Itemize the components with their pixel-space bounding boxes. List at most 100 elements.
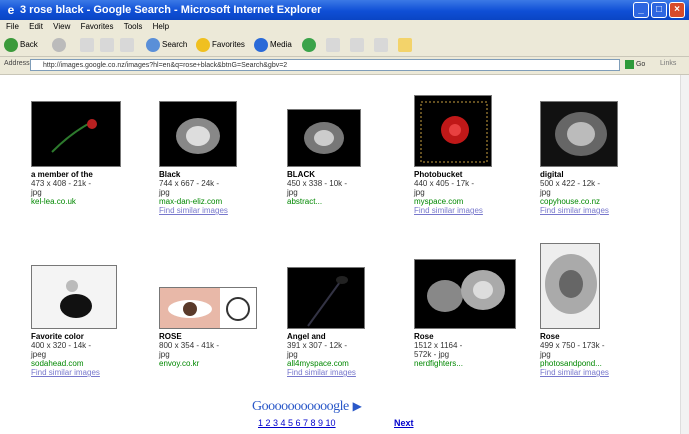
history-button[interactable] [302, 37, 318, 53]
result-meta: 450 x 338 - 10k - jpg [287, 179, 348, 197]
result-thumbnail[interactable] [287, 109, 361, 167]
page-numbers[interactable]: 1 2 3 4 5 6 7 8 9 10 [258, 415, 336, 431]
folder-button[interactable] [398, 37, 414, 53]
find-similar-link[interactable]: Find similar images [540, 368, 652, 377]
address-bar: Address http://images.google.co.nz/image… [0, 57, 689, 75]
menu-favorites[interactable]: Favorites [81, 22, 114, 31]
result-site[interactable]: max-dan-eliz.com [159, 197, 271, 206]
find-similar-link[interactable]: Find similar images [287, 368, 399, 377]
search-icon [146, 37, 160, 52]
result-thumbnail[interactable] [287, 267, 365, 329]
result-site[interactable]: copyhouse.co.nz [540, 197, 652, 206]
image-result: Black 744 x 667 - 24k - jpg max-dan-eliz… [159, 101, 271, 215]
refresh-button[interactable] [100, 37, 116, 53]
result-site[interactable]: photosandpond... [540, 359, 652, 368]
result-thumbnail[interactable] [414, 95, 492, 167]
result-thumbnail[interactable] [159, 287, 257, 329]
home-button[interactable] [120, 37, 136, 53]
minimize-icon[interactable]: _ [633, 2, 649, 18]
back-button[interactable]: Back [4, 37, 38, 53]
maximize-icon[interactable]: □ [651, 2, 667, 18]
mail-button[interactable] [326, 37, 342, 53]
result-meta: 400 x 320 - 14k - jpeg [31, 341, 92, 359]
result-thumbnail[interactable] [540, 243, 600, 329]
go-button[interactable]: Go [625, 59, 655, 71]
result-thumbnail[interactable] [31, 101, 121, 167]
result-site[interactable]: envoy.co.kr [159, 359, 271, 368]
result-site[interactable]: kel-lea.co.uk [31, 197, 143, 206]
find-similar-link[interactable]: Find similar images [31, 368, 143, 377]
result-meta: 499 x 750 - 173k - jpg [540, 341, 605, 359]
forward-button[interactable] [52, 37, 68, 53]
result-meta: 391 x 307 - 12k - jpg [287, 341, 348, 359]
result-title: ROSE [159, 332, 182, 341]
history-icon [302, 37, 316, 52]
vertical-scrollbar[interactable] [680, 75, 689, 434]
toolbar: Back Search Favorites Media [0, 34, 689, 57]
image-result: BLACK 450 x 338 - 10k - jpg abstract... [287, 109, 399, 206]
menu-tools[interactable]: Tools [124, 22, 143, 31]
address-label: Address [4, 60, 30, 67]
back-arrow-icon [4, 37, 18, 52]
result-meta: 800 x 354 - 41k - jpg [159, 341, 220, 359]
menu-bar: File Edit View Favorites Tools Help [0, 20, 689, 34]
close-icon[interactable]: × [669, 2, 685, 18]
menu-help[interactable]: Help [153, 22, 169, 31]
media-button[interactable]: Media [254, 37, 292, 53]
print-icon [350, 37, 364, 52]
result-title: Black [159, 170, 181, 179]
internet-explorer-icon: e [7, 3, 15, 17]
find-similar-link[interactable]: Find similar images [414, 206, 526, 215]
result-site[interactable]: nerdfighters... [414, 359, 526, 368]
home-icon [120, 37, 134, 52]
result-thumbnail[interactable] [414, 259, 516, 329]
browser-window: e 3 rose black - Google Search - Microso… [0, 0, 689, 434]
find-similar-link[interactable]: Find similar images [540, 206, 652, 215]
result-site[interactable]: myspace.com [414, 197, 526, 206]
result-title: Rose [540, 332, 560, 341]
star-icon [196, 37, 210, 52]
result-title: a member of the [31, 170, 93, 179]
result-title: digital [540, 170, 564, 179]
result-meta: 744 x 667 - 24k - jpg [159, 179, 220, 197]
result-meta: 500 x 422 - 12k - jpg [540, 179, 601, 197]
result-site[interactable]: sodahead.com [31, 359, 143, 368]
result-site[interactable]: all4myspace.com [287, 359, 399, 368]
result-title: BLACK [287, 170, 315, 179]
edit-icon [374, 37, 388, 52]
image-result: Angel and 391 x 307 - 12k - jpg all4mysp… [287, 267, 399, 377]
edit-button[interactable] [374, 37, 390, 53]
menu-view[interactable]: View [53, 22, 70, 31]
image-result: a member of the 473 x 408 - 21k - jpg ke… [31, 101, 143, 206]
find-similar-link[interactable]: Find similar images [159, 206, 271, 215]
image-result: Rose 499 x 750 - 173k - jpg photosandpon… [540, 243, 652, 377]
stop-button[interactable] [80, 37, 96, 53]
result-thumbnail[interactable] [540, 101, 618, 167]
window-controls: _ □ × [633, 2, 685, 18]
go-arrow-icon [625, 59, 634, 69]
search-button[interactable]: Search [146, 37, 187, 53]
image-result: Favorite color 400 x 320 - 14k - jpeg so… [31, 265, 143, 377]
links-button[interactable]: Links [660, 60, 676, 67]
result-thumbnail[interactable] [159, 101, 237, 167]
address-input[interactable]: http://images.google.co.nz/images?hl=en&… [30, 59, 620, 71]
next-page-link[interactable]: Next [394, 415, 414, 431]
title-bar: e 3 rose black - Google Search - Microso… [0, 0, 689, 20]
print-button[interactable] [350, 37, 366, 53]
search-results-page: a member of the 473 x 408 - 21k - jpg ke… [0, 75, 689, 434]
result-title: Rose [414, 332, 434, 341]
result-thumbnail[interactable] [31, 265, 117, 329]
next-arrow-icon[interactable]: ▶ [353, 399, 362, 413]
image-result: digital 500 x 422 - 12k - jpg copyhouse.… [540, 101, 652, 215]
favorites-button[interactable]: Favorites [196, 37, 245, 53]
result-meta: 440 x 405 - 17k - jpg [414, 179, 475, 197]
pagination: Gooooooooooogle ▶ 1 2 3 4 5 6 7 8 9 10 N… [252, 397, 452, 428]
result-site[interactable]: abstract... [287, 197, 399, 206]
refresh-icon [100, 37, 114, 52]
menu-edit[interactable]: Edit [29, 22, 43, 31]
menu-file[interactable]: File [6, 22, 19, 31]
result-title: Favorite color [31, 332, 84, 341]
forward-arrow-icon [52, 37, 66, 52]
google-pager-logo: Gooooooooooogle [252, 399, 349, 414]
result-title: Photobucket [414, 170, 463, 179]
